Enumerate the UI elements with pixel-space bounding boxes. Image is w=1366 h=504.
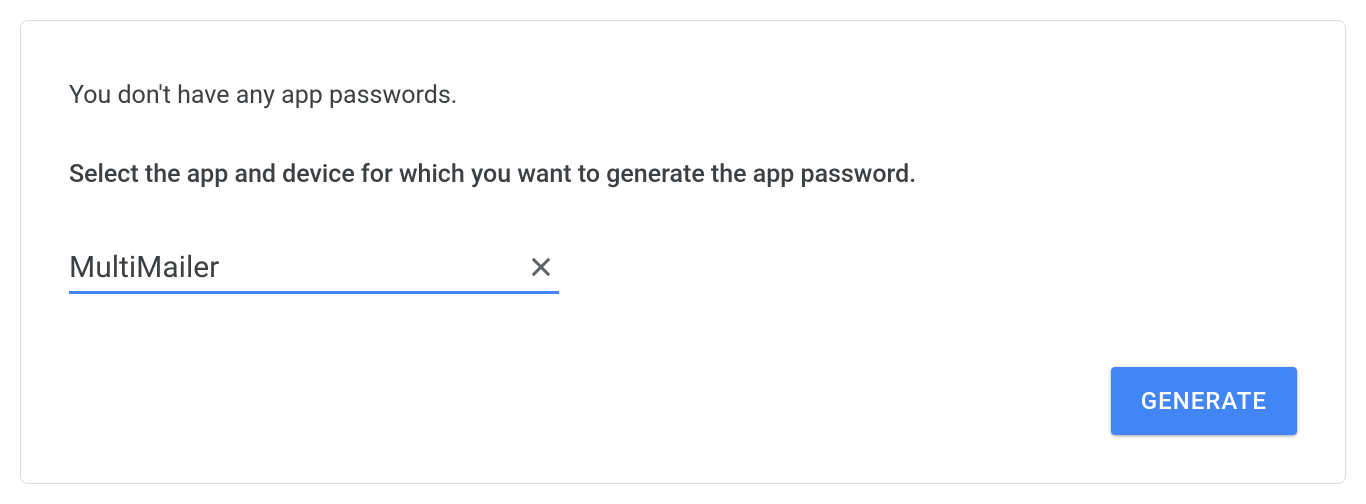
instruction-text: Select the app and device for which you … [69, 160, 1297, 189]
empty-passwords-message: You don't have any app passwords. [69, 81, 1297, 110]
app-name-input[interactable] [69, 250, 523, 285]
app-name-input-container [69, 249, 559, 294]
close-icon [527, 253, 555, 281]
app-password-card: You don't have any app passwords. Select… [20, 20, 1346, 484]
clear-input-button[interactable] [523, 249, 559, 285]
generate-button[interactable]: GENERATE [1111, 367, 1297, 435]
